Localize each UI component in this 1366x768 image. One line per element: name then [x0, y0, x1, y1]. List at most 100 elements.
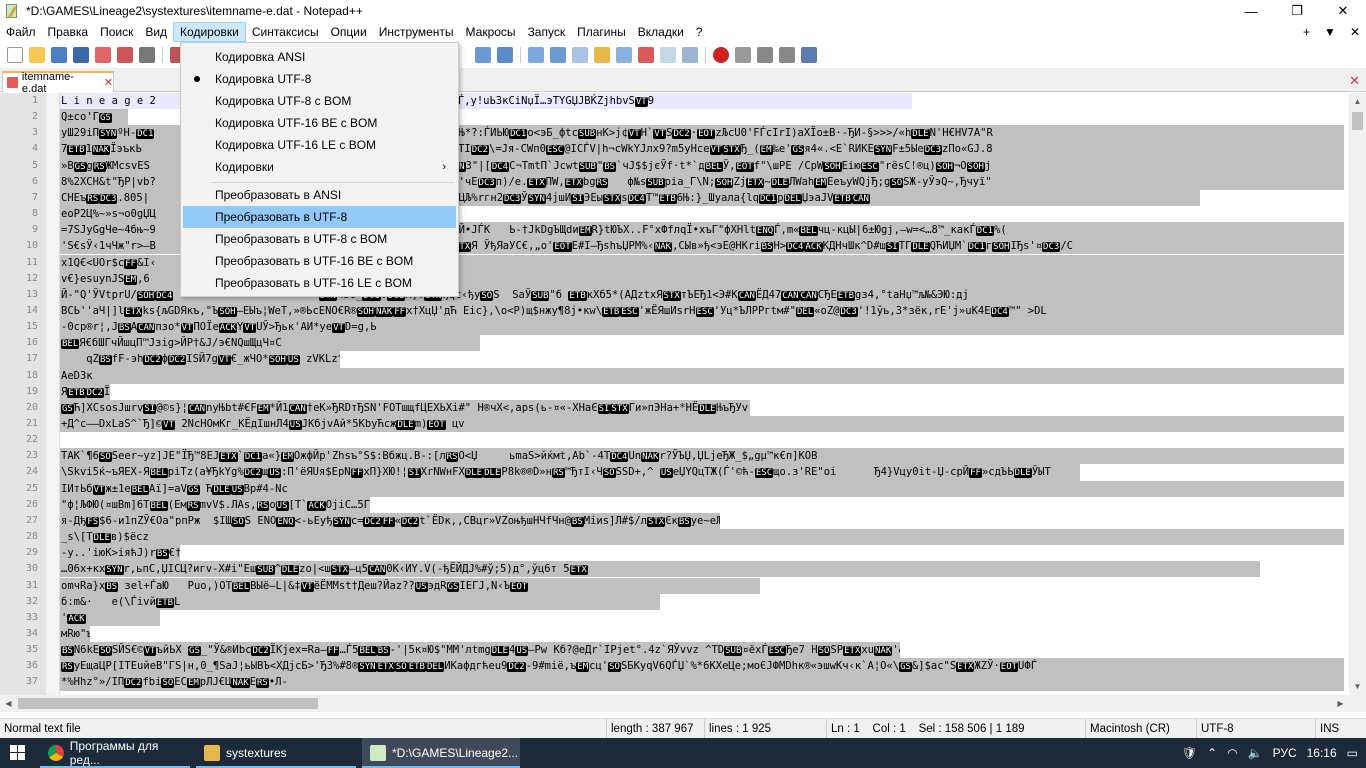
new-tab-plus-button[interactable]: +: [1303, 25, 1310, 39]
menu-item-encode-utf16be-bom[interactable]: Кодировка UTF-16 BE с BOM: [183, 112, 456, 134]
play-multiple-icon[interactable]: [779, 46, 795, 63]
show-all-chars-icon[interactable]: [497, 46, 513, 63]
taskbar-chrome[interactable]: Программы для ред...: [40, 738, 190, 768]
monitoring-icon[interactable]: [638, 46, 654, 63]
folder-workspace-icon[interactable]: [594, 46, 610, 63]
notifications-icon[interactable]: ▭: [1347, 746, 1358, 760]
close-document-button[interactable]: ✕: [1350, 25, 1360, 39]
menu-help[interactable]: ?: [690, 22, 709, 42]
menu-window[interactable]: Вкладки: [632, 22, 690, 42]
doc-list-icon[interactable]: [616, 46, 632, 63]
defender-icon[interactable]: 🛡: [1182, 746, 1197, 760]
menu-item-convert-utf8[interactable]: Преобразовать в UTF-8: [183, 206, 456, 228]
menu-tools[interactable]: Инструменты: [373, 22, 460, 42]
save-icon[interactable]: [51, 46, 67, 63]
menu-run[interactable]: Запуск: [522, 22, 572, 42]
tab-close-icon[interactable]: ✕: [104, 76, 113, 89]
menu-item-convert-ansi[interactable]: Преобразовать в ANSI: [183, 184, 456, 206]
windows-start-icon[interactable]: [10, 745, 26, 761]
menu-item-convert-utf16be-bom[interactable]: Преобразовать в UTF-16 BE с BOM: [183, 250, 456, 272]
new-file-icon[interactable]: [7, 46, 23, 63]
text-line[interactable]: RSуЕщаЦР[ІТЕuйеВ"ГЅ|н,0_¶ЅаЈ¦ьЫВЪ<ХДјсБ>…: [60, 658, 1344, 675]
close-file-icon[interactable]: [95, 46, 111, 63]
menu-item-encode-utf8[interactable]: Кодировка UTF-8: [183, 68, 456, 90]
horizontal-scroll-thumb[interactable]: [18, 698, 318, 709]
menu-item-encode-utf8-bom[interactable]: Кодировка UTF-8 с BOM: [183, 90, 456, 112]
tab-list-dropdown-button[interactable]: ▼: [1324, 25, 1336, 39]
vertical-scrollbar[interactable]: ▲ ▼: [1349, 93, 1366, 695]
vertical-scroll-thumb[interactable]: [1352, 112, 1363, 130]
text-line[interactable]: GSЋ]ХСsоsЈшrvSI@©s}¦CANnуЊbt#€FEM*Й1CAN†…: [60, 399, 750, 416]
document-icon[interactable]: [660, 46, 676, 63]
save-macro-icon[interactable]: [801, 46, 817, 63]
play-macro-icon[interactable]: [757, 46, 773, 63]
text-line[interactable]: AeD3к: [60, 367, 1344, 384]
menu-macro[interactable]: Макросы: [460, 22, 522, 42]
text-line[interactable]: ІИтЬбVTж±1еBELАї]=аVGS ЋDLE USBр#4-Nс: [60, 480, 1344, 497]
language-indicator[interactable]: РУС: [1273, 746, 1297, 760]
minimize-button[interactable]: —: [1228, 0, 1274, 22]
menu-item-convert-utf16le-bom[interactable]: Преобразовать в UTF-16 LE с BOM: [183, 272, 456, 294]
menu-item-character-sets[interactable]: Кодировки ›: [183, 156, 456, 178]
status-eol[interactable]: Macintosh (CR): [1085, 719, 1196, 739]
text-line[interactable]: BSN6kЕSOSЙЅ€©VTъйЬХ GS_"Ў&®ИbсDC2ЇКјех=R…: [60, 642, 900, 659]
wrap-icon[interactable]: [475, 46, 491, 63]
text-line[interactable]: -0ср®r¦,ЈBSACANпзо*VTПОЇеACKYVTUЎ>Ђьк'АИ…: [60, 319, 1344, 336]
scroll-down-arrow-icon[interactable]: ▼: [1349, 678, 1366, 695]
clock[interactable]: 16:16: [1307, 746, 1337, 760]
menu-item-convert-utf8-bom[interactable]: Преобразовать в UTF-8 с BOM: [183, 228, 456, 250]
maximize-button[interactable]: ❐: [1274, 0, 1320, 22]
print-icon[interactable]: [139, 46, 155, 63]
taskbar-notepadpp[interactable]: *D:\GAMES\Lineage2...: [362, 738, 520, 768]
text-line[interactable]: 'ACK: [60, 609, 160, 626]
volume-icon[interactable]: 🔈: [1248, 746, 1263, 760]
doc-map-icon[interactable]: [550, 46, 566, 63]
text-line[interactable]: +Д^с——DxLaЅ^`Ђ]©VT 2NсНОмКг_КЁдІшнЛ4USЈК…: [60, 416, 1344, 433]
network-icon[interactable]: ◠: [1227, 746, 1237, 760]
indent-guide-icon[interactable]: [528, 46, 544, 63]
text-line[interactable]: eoP2Ц%~»s¬о0gЏЦ: [60, 206, 180, 223]
text-line[interactable]: "ф¦ЉФЮ(¤шВm]6ТBEL(ЕмRSmvV$.ЛАs,RSоUS[Т`A…: [60, 496, 370, 513]
save-all-icon[interactable]: [73, 46, 89, 63]
menu-language[interactable]: Синтаксисы: [246, 22, 325, 42]
eye-icon[interactable]: [682, 46, 698, 63]
status-encoding[interactable]: UTF-8: [1196, 719, 1311, 739]
open-file-icon[interactable]: [29, 46, 45, 63]
text-line[interactable]: Q±co'ГGS: [60, 109, 128, 126]
scroll-left-arrow-icon[interactable]: ◀: [0, 695, 17, 712]
menu-plugins[interactable]: Плагины: [571, 22, 632, 42]
menu-settings[interactable]: Опции: [325, 22, 373, 42]
fold-margin[interactable]: [46, 93, 60, 695]
stop-macro-icon[interactable]: [735, 46, 751, 63]
scroll-up-arrow-icon[interactable]: ▲: [1349, 93, 1366, 110]
tabbar-close-icon[interactable]: ✕: [1349, 73, 1360, 89]
record-macro-icon[interactable]: [713, 46, 729, 63]
menu-view[interactable]: Вид: [139, 22, 173, 42]
text-line[interactable]: *%Нhz°»/ІПDC2fbіSOECEMрЛЈ€ЦNAKERS•Л-: [60, 674, 1344, 691]
text-line[interactable]: qZBSfF-эhDC2фDC2IЅЙ7gVT€_жЧО*SOH US zVKLz…: [60, 351, 340, 368]
scroll-right-arrow-icon[interactable]: ▶: [1332, 695, 1349, 712]
text-line[interactable]: …06х+кхSYNr,ьпС,ЏІСЦ?игv-Х#і"ЕшSUB^DLEzо…: [60, 561, 1260, 578]
close-all-icon[interactable]: [117, 46, 133, 63]
text-line[interactable]: мRю"ъЂЃ^R„pSUBETBDEL†Т—Лу¢VdРЦђРяЗt¦rIU®…: [60, 625, 90, 643]
horizontal-scrollbar[interactable]: ◀ ▶: [0, 695, 1349, 712]
menu-item-encode-utf16le-bom[interactable]: Кодировка UTF-16 LE с BOM: [183, 134, 456, 156]
text-line[interactable]: я-ДђFS$6-и1пZЎ€Оа"рпРж $ІЩSOS ENOENQ<-ьЕ…: [60, 512, 720, 530]
text-line[interactable]: omчRа}хBS зеl+ЃаЮ Рuо,)ОТBELВЫё—L|&‡VTёЁ…: [60, 577, 760, 594]
function-list-icon[interactable]: [572, 46, 588, 63]
tab-itemname-e-dat[interactable]: itemname-e.dat ✕: [2, 71, 114, 95]
status-insert-mode[interactable]: INS: [1315, 719, 1366, 739]
text-line[interactable]: [60, 432, 580, 448]
text-line[interactable]: ЯETBDC2ЇЮЊьЅTqзDELD JGSX_uKa/NAK'јќцЂДN7…: [60, 383, 110, 400]
text-line[interactable]: -у..'іюК>іяћЈ)rBS€†STXьEM&?VTДКНчё:nЕ.Іf…: [60, 545, 180, 562]
text-line[interactable]: _s\[TDLEв)$ёсz: [60, 529, 1344, 546]
taskbar-explorer[interactable]: systextures: [196, 738, 356, 768]
text-line[interactable]: б:m&· е(\ЃіvйETBL: [60, 593, 660, 610]
menu-search[interactable]: Поиск: [94, 22, 139, 42]
menu-edit[interactable]: Правка: [42, 22, 95, 42]
text-line[interactable]: ТАК`¶6SOSeer~уz]JЕ"ЇЂ™8ЕJETX`DC1а«}EMОжф…: [60, 448, 1344, 465]
tray-expand-icon[interactable]: ⌃: [1207, 746, 1217, 760]
menu-file[interactable]: Файл: [0, 22, 42, 42]
text-line[interactable]: ВСЬ''аЧ|]lETXkѕ{љGDЯкъ,"ЪSOH—ЕЫъ¦WеТ,»®Ь…: [60, 302, 1344, 320]
text-line[interactable]: BELЯ€бШГчЙшцП™Јзіg>ЙР†&Ј/э€NQшЩцЧ¤С: [60, 335, 480, 352]
